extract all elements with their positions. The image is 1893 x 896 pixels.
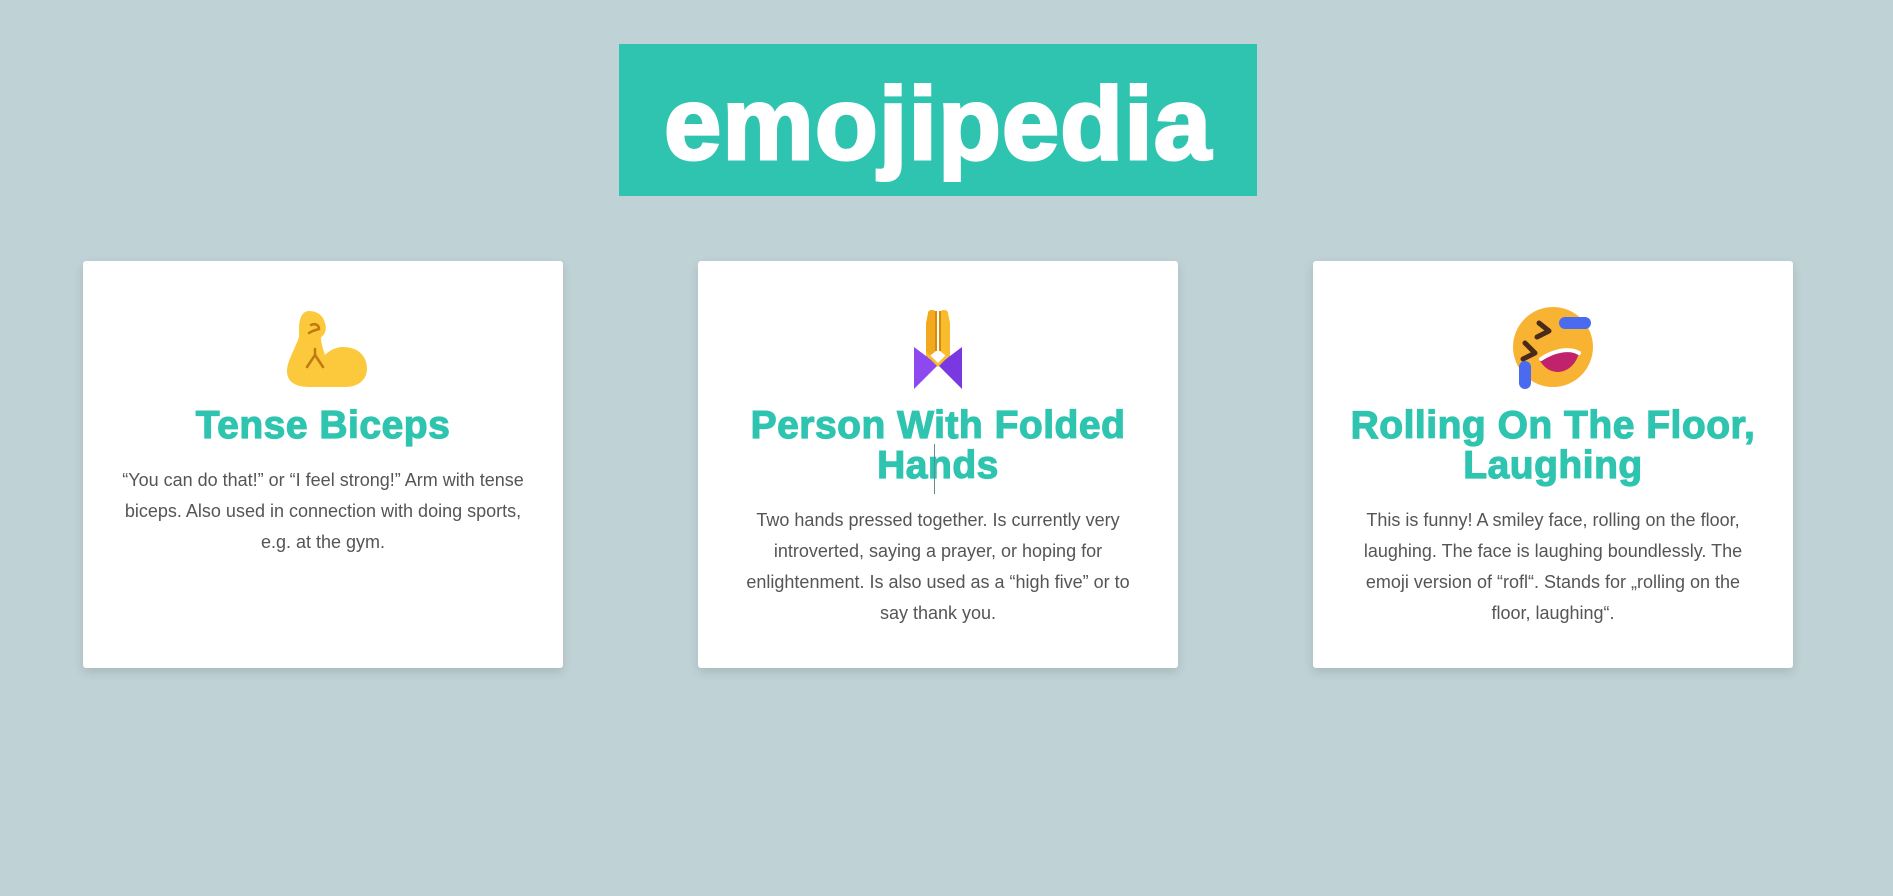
card-title: Tense Biceps — [195, 404, 451, 447]
emoji-card-rolling-laughing: Rolling On The Floor, Laughing This is f… — [1313, 261, 1793, 668]
emoji-card-folded-hands: Person With Folded Hands Two hands press… — [698, 261, 1178, 668]
rolling-on-the-floor-laughing-icon — [1509, 303, 1597, 391]
card-description: Two hands pressed together. Is currently… — [746, 510, 1130, 623]
card-title: Rolling On The Floor, Laughing — [1350, 404, 1756, 487]
flexed-biceps-icon — [279, 303, 367, 391]
logo-banner: emojipedia — [619, 44, 1257, 196]
emoji-card-tense-biceps: Tense Biceps “You can do that!” or “I fe… — [83, 261, 563, 668]
logo-text: emojipedia — [662, 65, 1213, 181]
text-cursor — [934, 444, 935, 494]
card-title: Person With Folded Hands — [750, 404, 1126, 487]
card-description: “You can do that!” or “I feel strong!” A… — [122, 470, 524, 552]
card-description: This is funny! A smiley face, rolling on… — [1363, 510, 1743, 623]
folded-hands-icon — [894, 303, 982, 391]
